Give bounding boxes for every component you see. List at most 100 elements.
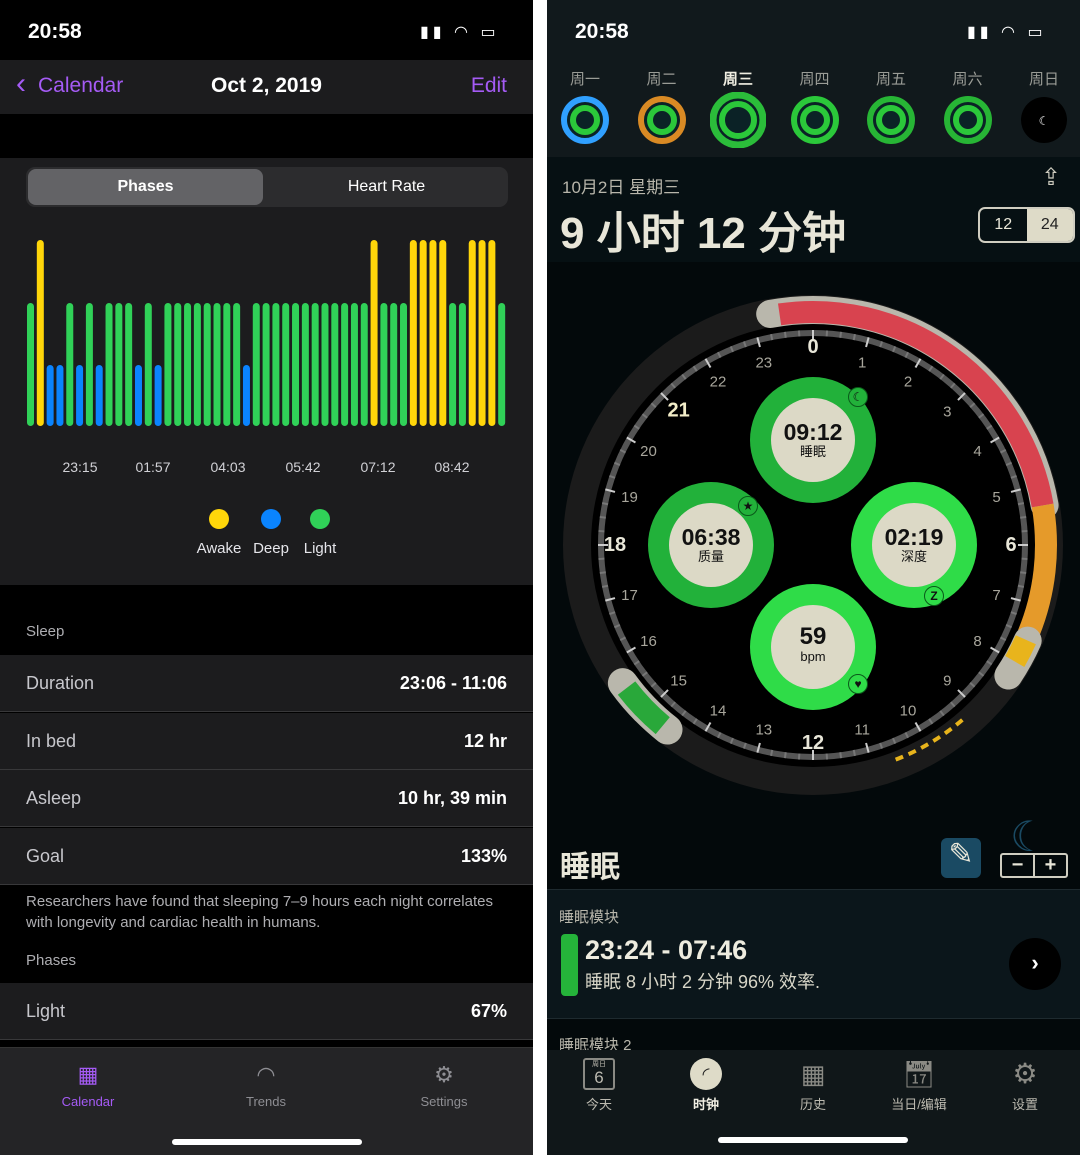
dial-hour-label: 6 [1005, 534, 1016, 556]
weekday-activity-ring[interactable] [940, 92, 996, 148]
chart-card: Phases Heart Rate 23:15 01:57 04:03 05:42 07… [0, 158, 533, 585]
tab-clock[interactable]: ◜ 时钟 [661, 1058, 751, 1113]
phase-row-light[interactable]: Light 67% [0, 983, 533, 1040]
tab-settings[interactable]: ⚙ Settings [384, 1062, 504, 1109]
stat-label: 睡眠 [799, 444, 826, 459]
weekday-activity-ring[interactable] [710, 92, 766, 148]
dial-tick [783, 752, 787, 759]
weekday-activity-ring[interactable] [557, 92, 613, 148]
dial-hour-label: 4 [973, 443, 981, 460]
right-phone-screen: 20:58 ▮▮ ◠ ▭ 周一 周二 周三 周四 周五 周六 周日 ☾ 10月2日 星期三 9… [547, 0, 1080, 1155]
dial-tick [1017, 584, 1025, 588]
minus-button[interactable]: − [1002, 855, 1035, 876]
clock-icon: ◜ [690, 1058, 722, 1090]
weekday-label[interactable]: 周日 [1019, 68, 1069, 89]
dial-hour-label: 20 [640, 443, 657, 460]
svg-text:☾: ☾ [1039, 114, 1050, 128]
section-phases-header: Phases [26, 952, 77, 969]
dial-hour-label: 2 [904, 373, 912, 390]
dial-hour-label: 3 [943, 404, 951, 421]
phase-bar-light [144, 303, 152, 426]
calendar-icon: ▦ [77, 1062, 99, 1087]
weekday-label[interactable]: 周三 [713, 68, 763, 89]
weekday-activity-ring[interactable] [863, 92, 919, 148]
stat-value: 02:19 [884, 524, 944, 550]
phase-bar-deep [46, 365, 54, 426]
phase-bar-light [115, 303, 123, 426]
phase-bar-light [331, 303, 339, 426]
trends-icon: ◠ [256, 1062, 276, 1087]
toggle-12[interactable]: 12 [980, 209, 1027, 241]
weekday-label[interactable]: 周六 [943, 68, 993, 89]
phase-bar-light [360, 303, 368, 426]
tab-label: 当日/编辑 [891, 1097, 947, 1112]
tab-label: 历史 [799, 1097, 826, 1112]
tab-trends[interactable]: ◠ Trends [206, 1062, 326, 1109]
dial-tick [599, 571, 606, 575]
weekday-activity-ring[interactable]: ☾ [1016, 92, 1072, 148]
sleep-module-card[interactable]: 睡眠模块 23:24 - 07:46 睡眠 8 小时 2 分钟 96% 效率. … [547, 889, 1080, 1019]
x-tick-label: 08:42 [434, 459, 470, 475]
dial-hour-label: 7 [992, 587, 1000, 604]
sleep-clock-dial: 01234567891011121314151617181920212223 [563, 295, 1063, 795]
weekday-label[interactable]: 周五 [866, 68, 916, 89]
x-tick-label: 07:12 [360, 459, 396, 475]
row-value: 23:06 - 11:06 [399, 673, 507, 693]
dial-hour-label: 22 [710, 373, 727, 390]
tab-history[interactable]: ▦ 历史 [768, 1058, 858, 1113]
weekday-label[interactable]: 周一 [560, 68, 610, 89]
phase-bar-awake [488, 240, 496, 426]
weekday-label[interactable]: 周四 [790, 68, 840, 89]
dial-hour-label: 19 [621, 489, 638, 506]
phase-bar-light [292, 303, 300, 426]
phase-bar-light [184, 303, 192, 426]
row-label: Goal [26, 845, 65, 866]
share-icon[interactable]: ⇪ [1041, 163, 1061, 192]
phase-bar-light [105, 303, 113, 426]
z-icon: Z [924, 586, 944, 606]
weekday-activity-ring[interactable] [787, 92, 843, 148]
phase-bar-light [125, 303, 133, 426]
dial-hour-label: 11 [854, 722, 870, 739]
phase-bar-light [193, 303, 201, 426]
plus-button[interactable]: + [1035, 855, 1066, 876]
row-value: 67% [470, 1001, 507, 1021]
phase-bar-awake [370, 240, 378, 426]
dial-tick [1020, 571, 1027, 575]
phase-bar-awake [36, 240, 44, 426]
dial-tick [1017, 502, 1025, 506]
edit-pencil-button[interactable]: ✎ [941, 838, 981, 878]
phase-bar-deep [154, 365, 162, 426]
dial-tick [852, 749, 856, 757]
module-detail-button[interactable]: › [1009, 938, 1061, 990]
edit-button[interactable]: Edit [471, 74, 507, 98]
info-row-duration: Duration 23:06 - 11:06 [0, 655, 533, 712]
stat-label: bpm [800, 649, 826, 664]
tab-today[interactable]: 周日 6 今天 [554, 1058, 644, 1113]
tab-day-edit[interactable]: 📅︎ 当日/编辑 [874, 1058, 964, 1113]
weekday-activity-ring[interactable] [634, 92, 690, 148]
stat-ring-质量[interactable]: 06:38 质量 ★ [648, 482, 774, 608]
phase-bar-light [223, 303, 231, 426]
heart-rate-arc-low [1005, 635, 1036, 667]
weekday-label[interactable]: 周二 [637, 68, 687, 89]
left-phone-screen: 20:58 ▮▮ ◠ ▭ ‹ Calendar Oct 2, 2019 Edit… [0, 0, 533, 1155]
status-time: 20:58 [28, 20, 82, 43]
phase-bar-light [458, 303, 466, 426]
phase-bar-light [390, 303, 398, 426]
tab-settings[interactable]: ⚙ 设置 [980, 1058, 1070, 1113]
dial-tick [839, 752, 843, 759]
tab-calendar[interactable]: ▦ Calendar [28, 1062, 148, 1109]
hour-format-toggle: 12 24 [978, 207, 1075, 243]
stat-ring-睡眠[interactable]: 09:12 睡眠 ☾ [750, 377, 876, 503]
dial-hour-label: 21 [668, 400, 690, 422]
section-title: 睡眠 [560, 851, 620, 884]
x-tick-label: 01:57 [135, 459, 171, 475]
page-title: Oct 2, 2019 [211, 74, 322, 97]
legend-dot-awake [209, 509, 229, 529]
stat-ring-深度[interactable]: 02:19 深度 Z [851, 482, 977, 608]
toggle-24[interactable]: 24 [1026, 209, 1073, 241]
gear-icon: ⚙ [1012, 1058, 1038, 1089]
moon-icon: ☾ [848, 387, 868, 407]
stat-ring-bpm[interactable]: 59 bpm ♥ [750, 584, 876, 710]
